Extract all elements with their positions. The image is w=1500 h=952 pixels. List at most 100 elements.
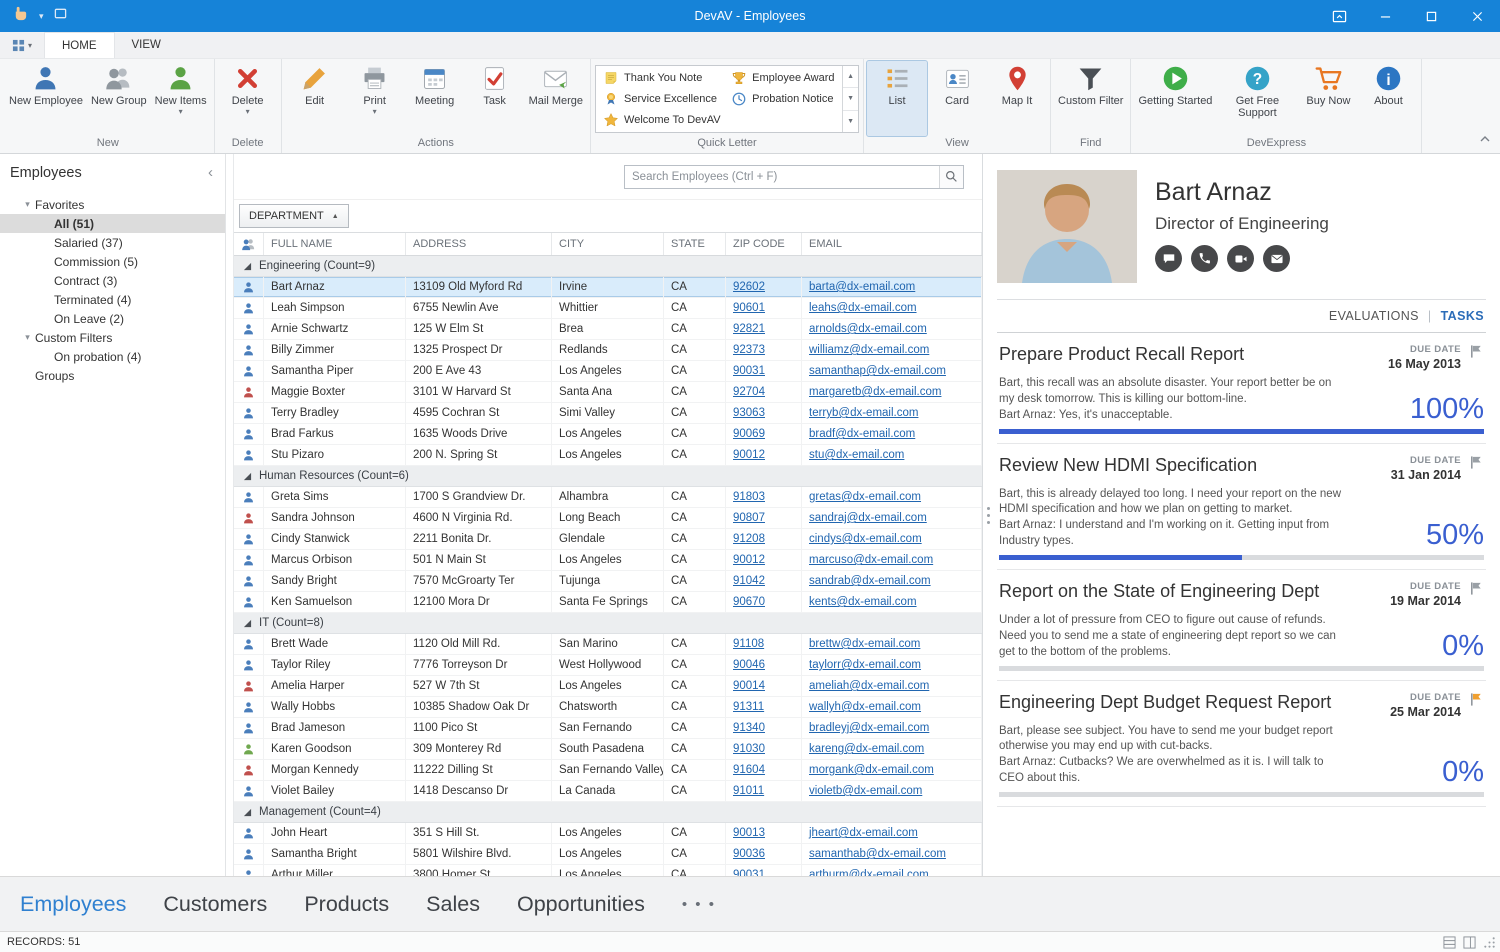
card-button[interactable]: Card xyxy=(927,61,987,136)
sidebar-item-custom-filters[interactable]: ▾Custom Filters xyxy=(0,328,225,347)
email-link[interactable]: kents@dx-email.com xyxy=(809,596,917,608)
column-header-address[interactable]: ADDRESS xyxy=(406,233,552,255)
employee-row-greta-sims[interactable]: Greta Sims 1700 S Grandview Dr. Alhambra… xyxy=(234,487,982,508)
getting-started-button[interactable]: Getting Started xyxy=(1134,61,1216,136)
employee-row-leah-simpson[interactable]: Leah Simpson 6755 Newlin Ave Whittier CA… xyxy=(234,298,982,319)
zip-link[interactable]: 90012 xyxy=(733,554,765,566)
resize-grip-icon[interactable] xyxy=(1483,936,1496,949)
task-card-report-on-the-state-of-engineering-dept[interactable]: Report on the State of Engineering Dept … xyxy=(997,570,1486,681)
zip-link[interactable]: 91803 xyxy=(733,491,765,503)
email-button[interactable] xyxy=(1263,245,1290,272)
zip-link[interactable]: 90601 xyxy=(733,302,765,314)
employee-row-billy-zimmer[interactable]: Billy Zimmer 1325 Prospect Dr Redlands C… xyxy=(234,340,982,361)
nav-item-employees[interactable]: Employees xyxy=(20,892,126,917)
employee-row-morgan-kennedy[interactable]: Morgan Kennedy 11222 Dilling St San Fern… xyxy=(234,760,982,781)
employee-row-brett-wade[interactable]: Brett Wade 1120 Old Mill Rd. San Marino … xyxy=(234,634,982,655)
column-header-email[interactable]: EMAIL xyxy=(802,233,982,255)
zip-link[interactable]: 91340 xyxy=(733,722,765,734)
zip-link[interactable]: 92704 xyxy=(733,386,765,398)
employee-row-bart-arnaz[interactable]: Bart Arnaz 13109 Old Myford Rd Irvine CA… xyxy=(234,277,982,298)
zip-link[interactable]: 91030 xyxy=(733,743,765,755)
task-card-engineering-dept-budget-request-report[interactable]: Engineering Dept Budget Request Report D… xyxy=(997,681,1486,807)
sidebar-item-all-51[interactable]: All (51) xyxy=(0,214,225,233)
buy-now-button[interactable]: Buy Now xyxy=(1298,61,1358,136)
zip-link[interactable]: 91042 xyxy=(733,575,765,587)
zip-link[interactable]: 90014 xyxy=(733,680,765,692)
zip-link[interactable]: 92373 xyxy=(733,344,765,356)
zip-link[interactable]: 92602 xyxy=(733,281,765,293)
email-link[interactable]: arnolds@dx-email.com xyxy=(809,323,927,335)
email-link[interactable]: samanthab@dx-email.com xyxy=(809,848,946,860)
employee-row-cindy-stanwick[interactable]: Cindy Stanwick 2211 Bonita Dr. Glendale … xyxy=(234,529,982,550)
group-row-it-count-8[interactable]: IT (Count=8) xyxy=(234,613,982,634)
email-link[interactable]: terryb@dx-email.com xyxy=(809,407,918,419)
zip-link[interactable]: 90031 xyxy=(733,365,765,377)
group-row-management-count-4[interactable]: Management (Count=4) xyxy=(234,802,982,823)
email-link[interactable]: sandrab@dx-email.com xyxy=(809,575,931,587)
groupby-department-chip[interactable]: DEPARTMENT ▲ xyxy=(239,204,349,228)
gallery-item-thank-you-note[interactable]: Thank You Note xyxy=(598,68,726,89)
email-link[interactable]: violetb@dx-email.com xyxy=(809,785,922,797)
nav-item-opportunities[interactable]: Opportunities xyxy=(517,892,645,917)
zip-link[interactable]: 91208 xyxy=(733,533,765,545)
zip-link[interactable]: 92821 xyxy=(733,323,765,335)
email-link[interactable]: morgank@dx-email.com xyxy=(809,764,934,776)
delete-button[interactable]: Delete▾ xyxy=(218,61,278,136)
employee-row-brad-jameson[interactable]: Brad Jameson 1100 Pico St San Fernando C… xyxy=(234,718,982,739)
zip-link[interactable]: 91108 xyxy=(733,638,764,650)
sidebar-item-on-leave-2[interactable]: On Leave (2) xyxy=(0,309,225,328)
zip-link[interactable]: 90807 xyxy=(733,512,765,524)
employee-row-arthur-miller[interactable]: Arthur Miller 3800 Homer St. Los Angeles… xyxy=(234,865,982,876)
nav-item-customers[interactable]: Customers xyxy=(163,892,267,917)
get-free-support-button[interactable]: ?Get Free Support xyxy=(1216,61,1298,136)
zip-link[interactable]: 90046 xyxy=(733,659,765,671)
employee-row-violet-bailey[interactable]: Violet Bailey 1418 Descanso Dr La Canada… xyxy=(234,781,982,802)
new-employee-button[interactable]: New Employee xyxy=(5,61,87,136)
email-link[interactable]: bradf@dx-email.com xyxy=(809,428,915,440)
minimize-button[interactable] xyxy=(1362,0,1408,32)
new-group-button[interactable]: New Group xyxy=(87,61,151,136)
column-header-city[interactable]: CITY xyxy=(552,233,664,255)
qat-customize-icon[interactable] xyxy=(54,7,67,25)
email-link[interactable]: jheart@dx-email.com xyxy=(809,827,918,839)
gallery-item-probation-notice[interactable]: Probation Notice xyxy=(726,89,840,110)
app-menu-button[interactable]: ▾ xyxy=(0,32,44,58)
email-link[interactable]: cindys@dx-email.com xyxy=(809,533,922,545)
email-link[interactable]: marcuso@dx-email.com xyxy=(809,554,933,566)
gallery-expand-button[interactable]: ▼ xyxy=(843,111,858,132)
employee-row-john-heart[interactable]: John Heart 351 S Hill St. Los Angeles CA… xyxy=(234,823,982,844)
email-link[interactable]: kareng@dx-email.com xyxy=(809,743,924,755)
group-row-engineering-count-9[interactable]: Engineering (Count=9) xyxy=(234,256,982,277)
nav-overflow-button[interactable]: • • • xyxy=(682,896,716,913)
tab-tasks[interactable]: TASKS xyxy=(1441,309,1484,323)
nav-item-products[interactable]: Products xyxy=(304,892,389,917)
zip-link[interactable]: 90013 xyxy=(733,827,765,839)
group-row-human-resources-count-6[interactable]: Human Resources (Count=6) xyxy=(234,466,982,487)
column-header-zip-code[interactable]: ZIP CODE xyxy=(726,233,802,255)
employee-row-samantha-bright[interactable]: Samantha Bright 5801 Wilshire Blvd. Los … xyxy=(234,844,982,865)
list-button[interactable]: List xyxy=(867,61,927,136)
sidebar-item-contract-3[interactable]: Contract (3) xyxy=(0,271,225,290)
employee-row-sandra-johnson[interactable]: Sandra Johnson 4600 N Virginia Rd. Long … xyxy=(234,508,982,529)
email-link[interactable]: samanthap@dx-email.com xyxy=(809,365,946,377)
panel-splitter[interactable] xyxy=(983,154,993,876)
email-link[interactable]: wallyh@dx-email.com xyxy=(809,701,921,713)
employee-row-terry-bradley[interactable]: Terry Bradley 4595 Cochran St Simi Valle… xyxy=(234,403,982,424)
ribbon-display-options-button[interactable] xyxy=(1316,0,1362,32)
zip-link[interactable]: 91011 xyxy=(733,785,764,797)
meeting-button[interactable]: Meeting xyxy=(405,61,465,136)
employee-row-ken-samuelson[interactable]: Ken Samuelson 12100 Mora Dr Santa Fe Spr… xyxy=(234,592,982,613)
employee-row-amelia-harper[interactable]: Amelia Harper 527 W 7th St Los Angeles C… xyxy=(234,676,982,697)
zip-link[interactable]: 90670 xyxy=(733,596,765,608)
task-button[interactable]: Task xyxy=(465,61,525,136)
email-link[interactable]: leahs@dx-email.com xyxy=(809,302,917,314)
layout-split-view-icon[interactable] xyxy=(1463,936,1476,949)
gallery-down-button[interactable]: ▼ xyxy=(843,88,858,110)
print-button[interactable]: Print▾ xyxy=(345,61,405,136)
zip-link[interactable]: 91604 xyxy=(733,764,765,776)
email-link[interactable]: bradleyj@dx-email.com xyxy=(809,722,929,734)
qat-dropdown-icon[interactable]: ▾ xyxy=(39,11,44,22)
collapse-ribbon-button[interactable] xyxy=(1480,129,1490,147)
video-call-button[interactable] xyxy=(1227,245,1254,272)
search-button[interactable] xyxy=(939,166,963,188)
